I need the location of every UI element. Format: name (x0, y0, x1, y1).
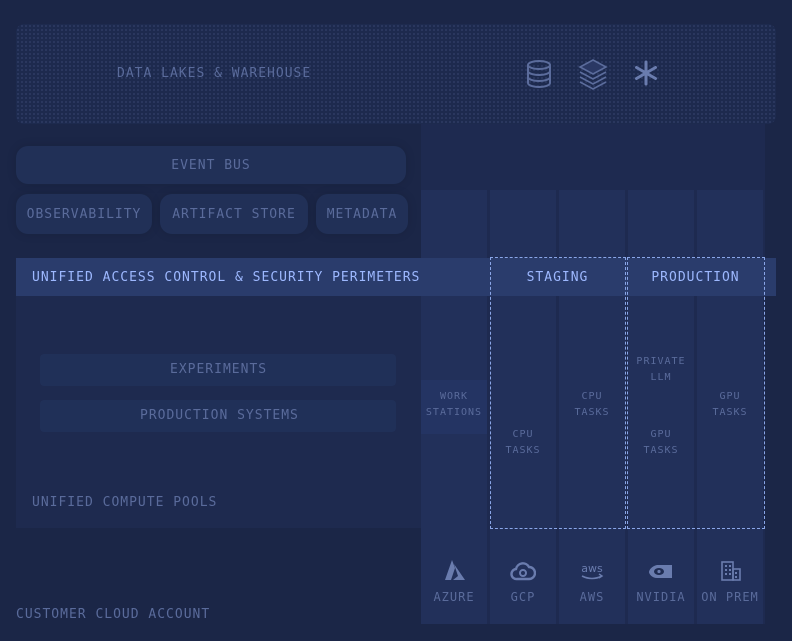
azure-icon (445, 560, 465, 580)
data-lakes-label: DATA LAKES & WAREHOUSE (117, 66, 312, 81)
aws-task-line2: TASKS (574, 407, 610, 418)
nvidia-icon (649, 565, 672, 578)
svg-text:aws: aws (581, 562, 603, 575)
security-bar-label: UNIFIED ACCESS CONTROL & SECURITY PERIME… (32, 270, 421, 285)
aws-icon: aws (581, 562, 604, 580)
nvidia-gpu-line1: GPU (650, 429, 672, 440)
vendor-label-aws: AWS (579, 590, 605, 604)
artifact-store-pill: ARTIFACT STORE (160, 194, 308, 234)
gcp-task-line1: CPU (512, 429, 534, 440)
staging-label: STAGING (526, 270, 589, 285)
customer-account-label: CUSTOMER CLOUD ACCOUNT (16, 607, 211, 622)
vendor-label-azure: AZURE (433, 590, 475, 604)
event-bus-label: EVENT BUS (171, 157, 251, 173)
snowflake-icon (635, 60, 657, 86)
vendor-label-onprem: ON PREM (701, 590, 759, 604)
artifact-store-label: ARTIFACT STORE (172, 206, 296, 222)
azure-task-line1: WORK (439, 391, 469, 402)
database-icon (527, 60, 551, 88)
nvidia-llm-line2: LLM (650, 372, 672, 383)
gcp-cloud-icon (510, 562, 536, 581)
event-bus: EVENT BUS (16, 146, 406, 184)
aws-task-line1: CPU (581, 391, 603, 402)
building-icon (721, 561, 741, 581)
compute-pools-label: UNIFIED COMPUTE POOLS (32, 495, 218, 510)
metadata-label: METADATA (326, 206, 398, 222)
onprem-task-line1: GPU (719, 391, 741, 402)
experiments-label: EXPERIMENTS (170, 362, 268, 377)
observability-pill: OBSERVABILITY (16, 194, 152, 234)
vendor-label-gcp: GCP (510, 590, 536, 604)
azure-task-line2: STATIONS (425, 407, 483, 418)
metadata-pill: METADATA (316, 194, 408, 234)
observability-label: OBSERVABILITY (26, 206, 142, 222)
gcp-task-line2: TASKS (505, 445, 541, 456)
nvidia-llm-line1: PRIVATE (636, 356, 686, 367)
layers-icon (578, 59, 608, 90)
vendor-label-nvidia: NVIDIA (636, 590, 686, 604)
production-label: PRODUCTION (651, 270, 740, 285)
production-systems-label: PRODUCTION SYSTEMS (140, 408, 299, 423)
nvidia-gpu-line2: TASKS (643, 445, 679, 456)
onprem-task-line2: TASKS (712, 407, 748, 418)
